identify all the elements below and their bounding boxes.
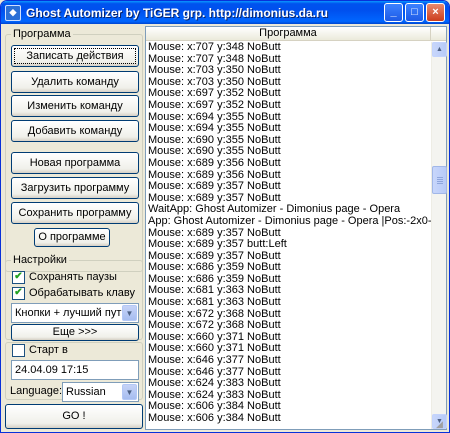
settings-group-legend: Настройки [11,254,69,266]
new-program-button[interactable]: Новая программа [11,152,139,174]
list-item[interactable]: Mouse: x:694 y:355 NoButt [146,123,431,135]
edit-command-button[interactable]: Изменить команду [11,95,139,117]
handle-keyboard-label: Обрабатывать клаву [29,287,135,299]
window-title: Ghost Automizer by TiGER grp. http://dim… [26,5,328,20]
list-item[interactable]: App: Ghost Automizer - Dimonius page - O… [146,215,431,228]
program-lines[interactable]: Mouse: x:707 y:348 NoButt Mouse: x:707 y:… [146,42,431,429]
delete-command-button[interactable]: Удалить команду [11,71,139,93]
save-pauses-label: Сохранять паузы [29,271,117,283]
settings-group: Настройки ✔ Сохранять паузы ✔ Обрабатыва… [5,254,143,341]
list-item[interactable]: Mouse: x:681 y:363 NoButt [146,296,431,309]
go-button[interactable]: GO ! [5,404,143,429]
language-select-value: Russian [66,386,106,398]
left-panel: Программа Записать действия Удалить кома… [5,28,143,430]
load-program-button[interactable]: Загрузить программу [11,177,139,199]
resize-grip-icon[interactable]: ◢ [436,419,448,431]
list-item[interactable]: Mouse: x:689 y:356 NoButt [146,157,431,170]
list-item[interactable]: Mouse: x:707 y:348 NoButt [146,42,431,54]
mode-select-value: Кнопки + лучший путь [15,307,122,319]
record-actions-button[interactable]: Записать действия [11,45,139,67]
save-program-button[interactable]: Сохранить программу [11,202,139,224]
start-datetime-field[interactable]: 24.04.09 17:15 [11,360,139,380]
vertical-scrollbar[interactable]: ▲ ▼ [431,42,447,429]
chevron-down-icon[interactable]: ▼ [122,384,137,400]
close-button[interactable]: × [426,3,445,22]
start-at-check-icon[interactable] [12,343,25,357]
save-pauses-check-icon[interactable]: ✔ [12,270,25,284]
about-button[interactable]: О программе [34,228,110,247]
program-listview[interactable]: Программа Mouse: x:707 y:348 NoButt Mouse… [145,26,447,430]
column-header-program[interactable]: Программа [146,27,431,41]
scroll-thumb[interactable] [432,166,447,194]
list-item[interactable]: Mouse: x:646 y:377 NoButt [146,354,431,367]
maximize-button[interactable]: □ [405,3,424,22]
language-label: Language: [10,385,62,397]
handle-keyboard-checkbox[interactable]: ✔ Обрабатывать клаву [12,286,135,300]
handle-keyboard-check-icon[interactable]: ✔ [12,286,25,300]
list-header: Программа [146,27,446,41]
mode-select[interactable]: Кнопки + лучший путь ▼ [11,303,139,323]
list-item[interactable]: Mouse: x:697 y:352 NoButt [146,99,431,112]
start-at-label: Старт в [29,344,68,356]
more-button[interactable]: Еще >>> [11,324,139,341]
ghost-app-icon: ◆ [5,4,21,21]
add-command-button[interactable]: Добавить команду [11,120,139,142]
program-group-legend: Программа [11,28,73,40]
scroll-up-icon[interactable]: ▲ [432,42,447,57]
minimize-button[interactable]: _ [384,3,403,22]
list-item[interactable]: Mouse: x:689 y:357 NoButt [146,181,431,193]
start-at-checkbox[interactable]: Старт в [12,343,68,357]
app-window: ◆ Ghost Automizer by TiGER grp. http://d… [0,0,450,433]
start-group: Старт в 24.04.09 17:15 Language: Russian… [5,342,143,402]
chevron-down-icon[interactable]: ▼ [122,305,137,321]
title-bar[interactable]: ◆ Ghost Automizer by TiGER grp. http://d… [1,1,449,24]
column-header-label: Программа [259,27,317,39]
language-select[interactable]: Russian ▼ [62,382,139,402]
list-item[interactable]: Mouse: x:689 y:357 butt:Left [146,238,431,251]
program-group: Программа Записать действия Удалить кома… [5,28,143,272]
list-item[interactable]: Mouse: x:606 y:384 NoButt [146,412,431,425]
save-pauses-checkbox[interactable]: ✔ Сохранять паузы [12,270,117,284]
